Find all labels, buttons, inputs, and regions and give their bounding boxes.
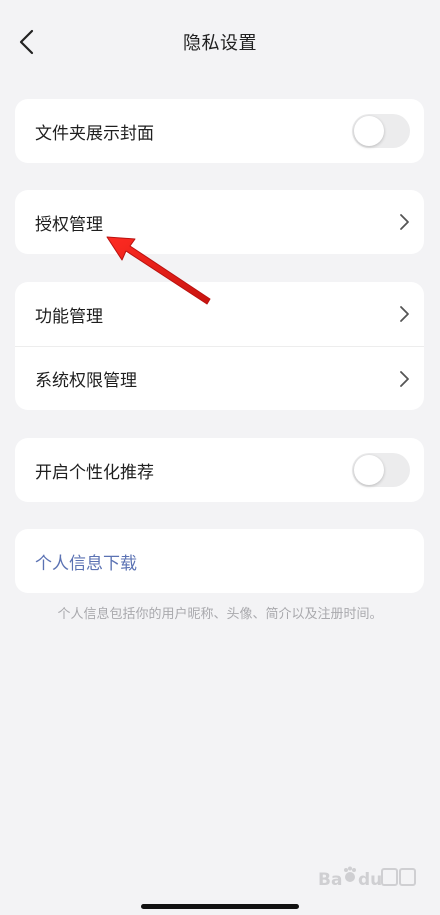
folder-cover-row: 文件夹展示封面 bbox=[15, 99, 424, 163]
folder-cover-label: 文件夹展示封面 bbox=[35, 123, 154, 144]
svg-text:du: du bbox=[358, 870, 382, 890]
baidu-watermark-logo: Ba du bbox=[318, 866, 416, 890]
chevron-right-icon bbox=[400, 371, 409, 387]
auth-management-row[interactable]: 授权管理 bbox=[15, 190, 424, 254]
chevron-right-icon bbox=[400, 306, 409, 322]
personalized-card: 开启个性化推荐 bbox=[15, 438, 424, 502]
personalized-recommend-label: 开启个性化推荐 bbox=[35, 462, 154, 483]
personalized-recommend-toggle[interactable] bbox=[352, 453, 410, 487]
personal-info-download-row[interactable]: 个人信息下载 bbox=[15, 529, 424, 593]
auth-management-label: 授权管理 bbox=[35, 214, 103, 235]
folder-cover-toggle[interactable] bbox=[352, 114, 410, 148]
folder-cover-card: 文件夹展示封面 bbox=[15, 99, 424, 163]
toggle-knob bbox=[354, 455, 384, 485]
system-permission-row[interactable]: 系统权限管理 bbox=[15, 346, 424, 410]
personal-info-hint: 个人信息包括你的用户昵称、头像、简介以及注册时间。 bbox=[57, 607, 383, 622]
download-card: 个人信息下载 bbox=[15, 529, 424, 593]
personal-info-download-link[interactable]: 个人信息下载 bbox=[35, 549, 137, 574]
toggle-knob bbox=[354, 116, 384, 146]
navigation-bar: 隐私设置 bbox=[0, 0, 440, 84]
feature-management-row[interactable]: 功能管理 bbox=[15, 282, 424, 346]
svg-text:Ba: Ba bbox=[318, 870, 342, 890]
auth-management-card: 授权管理 bbox=[15, 190, 424, 254]
management-card: 功能管理 系统权限管理 bbox=[15, 282, 424, 410]
system-permission-label: 系统权限管理 bbox=[35, 371, 137, 391]
page-title: 隐私设置 bbox=[183, 33, 257, 54]
home-indicator[interactable] bbox=[141, 904, 299, 909]
chevron-right-icon bbox=[400, 214, 409, 230]
feature-management-label: 功能管理 bbox=[35, 306, 103, 327]
personalized-recommend-row: 开启个性化推荐 bbox=[15, 438, 424, 502]
